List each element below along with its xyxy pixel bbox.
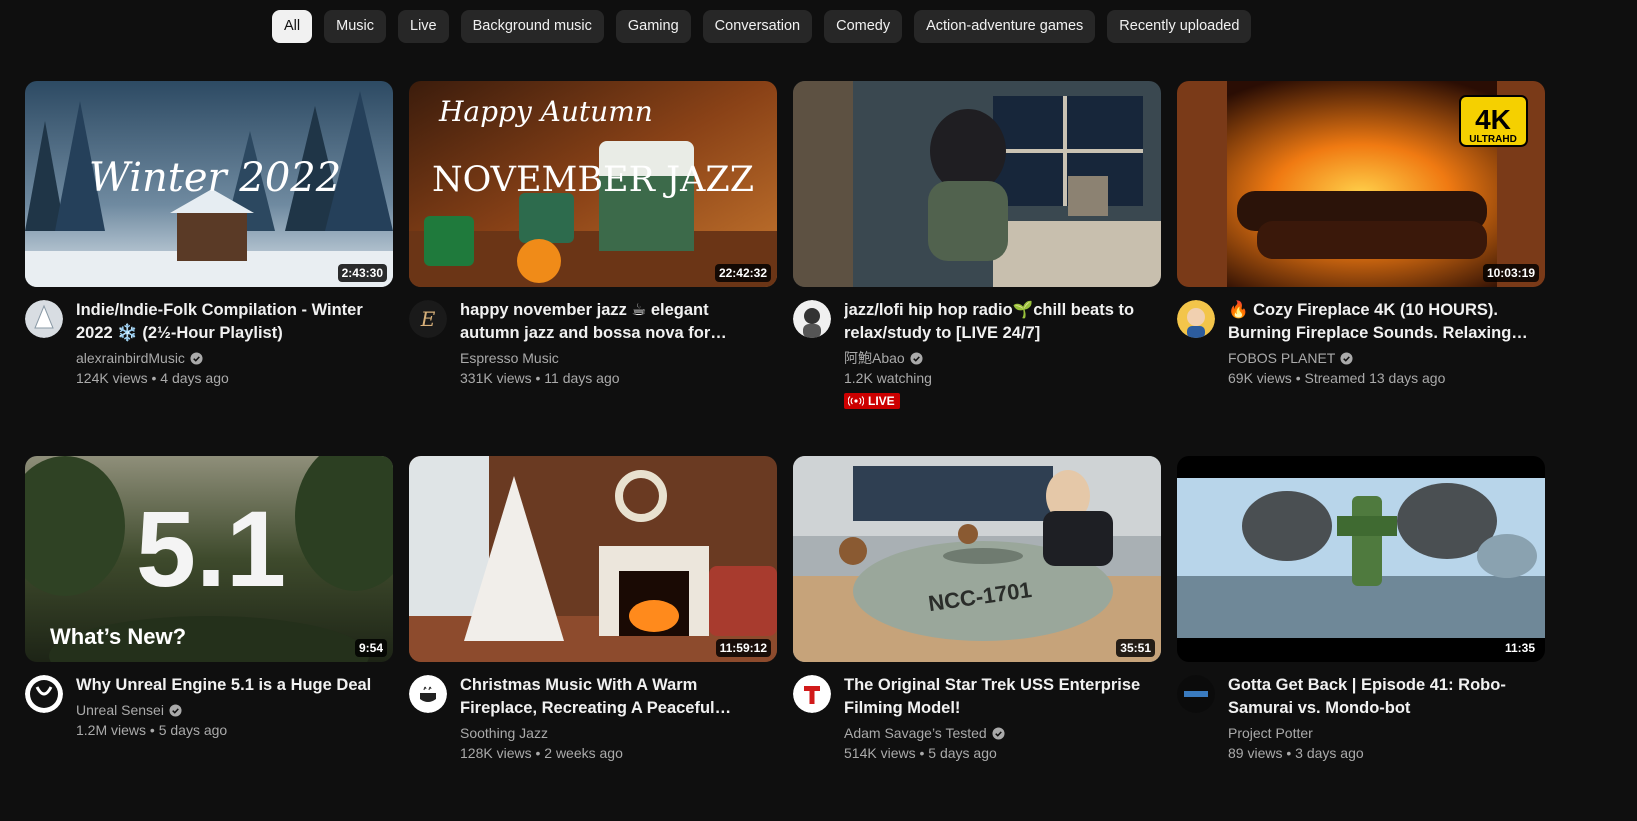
video-thumbnail[interactable]: Happy Autumn NOVEMBER JAZZ 22:42:32 bbox=[409, 81, 777, 287]
channel-avatar[interactable] bbox=[1177, 675, 1215, 713]
video-stats: 128K views • 2 weeks ago bbox=[460, 745, 623, 761]
video-stats: 124K views • 4 days ago bbox=[76, 370, 229, 386]
video-card[interactable]: 11:35 Gotta Get Back | Episode 41: Robo-… bbox=[1177, 456, 1545, 764]
verified-check-icon bbox=[910, 351, 923, 365]
autumn-jazz-image: Happy Autumn NOVEMBER JAZZ bbox=[409, 81, 777, 287]
chip-conversation[interactable]: Conversation bbox=[702, 10, 813, 43]
channel-avatar[interactable]: E bbox=[409, 300, 447, 338]
video-stats: 331K views • 11 days ago bbox=[460, 370, 620, 386]
live-broadcast-icon bbox=[848, 396, 864, 406]
video-title[interactable]: The Original Star Trek USS Enterprise Fi… bbox=[844, 674, 1154, 720]
video-thumbnail[interactable]: 11:35 bbox=[1177, 456, 1545, 662]
channel-avatar[interactable] bbox=[1177, 300, 1215, 338]
thumb-subtitle-text: Happy Autumn bbox=[438, 95, 653, 128]
fireplace-image: 4K ULTRAHD bbox=[1177, 81, 1545, 287]
channel-name[interactable]: alexrainbirdMusic bbox=[76, 348, 185, 368]
video-title[interactable]: happy november jazz ☕ elegant autumn jaz… bbox=[460, 299, 770, 345]
video-title[interactable]: Indie/Indie-Folk Compilation - Winter 20… bbox=[76, 299, 386, 345]
video-card[interactable]: Happy Autumn NOVEMBER JAZZ 22:42:32 E ha… bbox=[409, 81, 777, 389]
chip-recently-uploaded[interactable]: Recently uploaded bbox=[1107, 10, 1252, 43]
channel-name[interactable]: FOBOS PLANET bbox=[1228, 348, 1335, 368]
video-card[interactable]: Winter 2022 2:43:30 Indie/Indie-Folk Com… bbox=[25, 81, 393, 389]
video-thumbnail[interactable]: 11:59:12 bbox=[409, 456, 777, 662]
video-card[interactable]: jazz/lofi hip hop radio🌱chill beats to r… bbox=[793, 81, 1161, 411]
video-stats: 89 views • 3 days ago bbox=[1228, 745, 1364, 761]
chip-all[interactable]: All bbox=[272, 10, 313, 43]
thumb-title-text: 5.1 bbox=[136, 488, 286, 609]
verified-check-icon bbox=[169, 703, 182, 717]
video-stats: 514K views • 5 days ago bbox=[844, 745, 997, 761]
chip-comedy[interactable]: Comedy bbox=[824, 10, 903, 43]
channel-avatar[interactable] bbox=[793, 300, 831, 338]
thumb-title-text: NOVEMBER JAZZ bbox=[432, 160, 754, 200]
chip-live[interactable]: Live bbox=[398, 10, 449, 43]
duration-badge: 9:54 bbox=[354, 639, 387, 657]
filter-chip-bar: All Music Live Background music Gaming C… bbox=[272, 10, 1252, 43]
thumb-subtitle-text: What’s New? bbox=[50, 624, 186, 649]
video-card[interactable]: NCC-1701 35:51 The Original Star Trek US… bbox=[793, 456, 1161, 764]
ultrahd-badge-text: ULTRAHD bbox=[1469, 134, 1517, 145]
video-card[interactable]: 4K ULTRAHD 10:03:19 🔥 Cozy Fireplace 4K … bbox=[1177, 81, 1545, 389]
channel-name[interactable]: Soothing Jazz bbox=[460, 723, 548, 743]
channel-name[interactable]: Adam Savage’s Tested bbox=[844, 723, 987, 743]
live-badge: LIVE bbox=[844, 393, 900, 409]
4k-badge-text: 4K bbox=[1475, 104, 1511, 135]
thumb-title-text: Winter 2022 bbox=[89, 155, 341, 201]
video-thumbnail[interactable]: 4K ULTRAHD 10:03:19 bbox=[1177, 81, 1545, 287]
chip-music[interactable]: Music bbox=[324, 10, 386, 43]
video-title[interactable]: Christmas Music With A Warm Fireplace, R… bbox=[460, 674, 770, 720]
channel-avatar[interactable] bbox=[793, 675, 831, 713]
duration-badge: 35:51 bbox=[1116, 639, 1155, 657]
winter-forest-image: Winter 2022 bbox=[25, 81, 393, 287]
verified-check-icon bbox=[190, 351, 203, 365]
robo-samurai-image bbox=[1177, 456, 1545, 662]
svg-text:E: E bbox=[420, 307, 436, 331]
video-stats: 1.2K watching bbox=[844, 370, 932, 386]
chip-gaming[interactable]: Gaming bbox=[615, 10, 691, 43]
lofi-girl-study-image bbox=[793, 81, 1161, 287]
verified-check-icon bbox=[1340, 351, 1353, 365]
duration-badge: 11:59:12 bbox=[715, 639, 771, 657]
video-card[interactable]: 11:59:12 Christmas Music With A Warm Fir… bbox=[409, 456, 777, 764]
video-card[interactable]: 5.1 What’s New? 9:54 Why Unreal Engine 5… bbox=[25, 456, 393, 741]
video-thumbnail[interactable]: NCC-1701 35:51 bbox=[793, 456, 1161, 662]
chip-action-adventure-games[interactable]: Action-adventure games bbox=[914, 10, 1096, 43]
duration-badge: 22:42:32 bbox=[714, 264, 771, 282]
channel-avatar[interactable] bbox=[25, 300, 63, 338]
video-thumbnail[interactable]: 5.1 What’s New? 9:54 bbox=[25, 456, 393, 662]
video-title[interactable]: Gotta Get Back | Episode 41: Robo-Samura… bbox=[1228, 674, 1538, 720]
unreal-forest-image: 5.1 What’s New? bbox=[25, 456, 393, 662]
channel-avatar[interactable] bbox=[25, 675, 63, 713]
video-title[interactable]: 🔥 Cozy Fireplace 4K (10 HOURS). Burning … bbox=[1228, 299, 1538, 345]
enterprise-model-image: NCC-1701 bbox=[793, 456, 1161, 662]
duration-badge: 2:43:30 bbox=[337, 264, 387, 282]
channel-name[interactable]: Espresso Music bbox=[460, 348, 559, 368]
verified-check-icon bbox=[992, 726, 1005, 740]
christmas-fireplace-image bbox=[409, 456, 777, 662]
duration-badge: 11:35 bbox=[1500, 639, 1539, 657]
video-title[interactable]: Why Unreal Engine 5.1 is a Huge Deal bbox=[76, 674, 386, 697]
channel-name[interactable]: Unreal Sensei bbox=[76, 700, 164, 720]
channel-avatar[interactable] bbox=[409, 675, 447, 713]
video-thumbnail[interactable]: Winter 2022 2:43:30 bbox=[25, 81, 393, 287]
live-label: LIVE bbox=[868, 394, 895, 408]
duration-badge: 10:03:19 bbox=[1482, 264, 1539, 282]
video-stats: 1.2M views • 5 days ago bbox=[76, 722, 228, 738]
chip-background-music[interactable]: Background music bbox=[460, 10, 604, 43]
channel-name[interactable]: 阿鮑Abao bbox=[844, 348, 905, 368]
channel-name[interactable]: Project Potter bbox=[1228, 723, 1313, 743]
video-stats: 69K views • Streamed 13 days ago bbox=[1228, 370, 1446, 386]
video-title[interactable]: jazz/lofi hip hop radio🌱chill beats to r… bbox=[844, 299, 1154, 345]
video-thumbnail[interactable] bbox=[793, 81, 1161, 287]
